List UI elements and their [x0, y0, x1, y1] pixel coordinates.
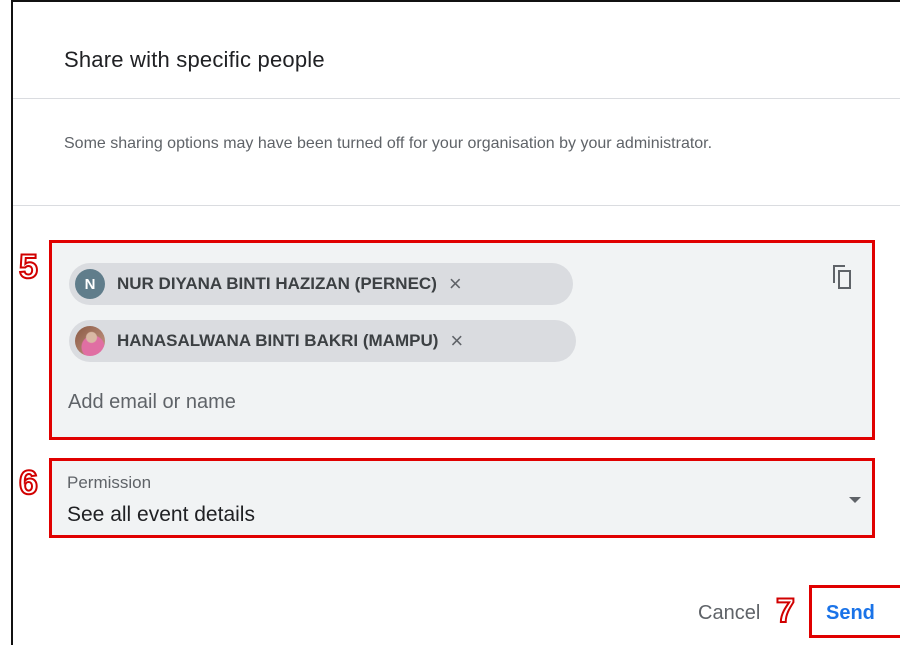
sharing-notice: Some sharing options may have been turne…: [64, 135, 713, 152]
remove-person-icon[interactable]: ×: [449, 273, 462, 295]
person-name: NUR DIYANA BINTI HAZIZAN (PERNEC): [117, 274, 437, 293]
step-annotation-5: 5: [18, 248, 39, 286]
window-frame-top: [11, 0, 900, 2]
remove-person-icon[interactable]: ×: [450, 330, 463, 352]
step-annotation-6: 6: [18, 464, 39, 502]
dialog-title: Share with specific people: [64, 47, 325, 72]
copy-icon[interactable]: [830, 263, 854, 291]
add-email-input[interactable]: [68, 391, 828, 414]
divider: [13, 98, 900, 99]
people-input-box[interactable]: N NUR DIYANA BINTI HAZIZAN (PERNEC) × HA…: [49, 240, 875, 440]
person-name: HANASALWANA BINTI BAKRI (MAMPU): [117, 331, 439, 350]
window-frame-left: [11, 0, 13, 645]
avatar: [75, 326, 105, 356]
cancel-button[interactable]: Cancel: [698, 602, 760, 625]
permission-label: Permission: [67, 473, 152, 492]
avatar: N: [75, 269, 105, 299]
step-annotation-7: 7: [775, 592, 796, 630]
permission-value: See all event details: [67, 503, 255, 526]
dropdown-arrow-icon[interactable]: [849, 497, 861, 503]
person-chip[interactable]: N NUR DIYANA BINTI HAZIZAN (PERNEC) ×: [69, 263, 573, 305]
send-button[interactable]: Send: [826, 602, 875, 625]
person-chip[interactable]: HANASALWANA BINTI BAKRI (MAMPU) ×: [69, 320, 576, 362]
permission-select[interactable]: Permission See all event details: [49, 458, 875, 538]
divider: [13, 205, 900, 206]
